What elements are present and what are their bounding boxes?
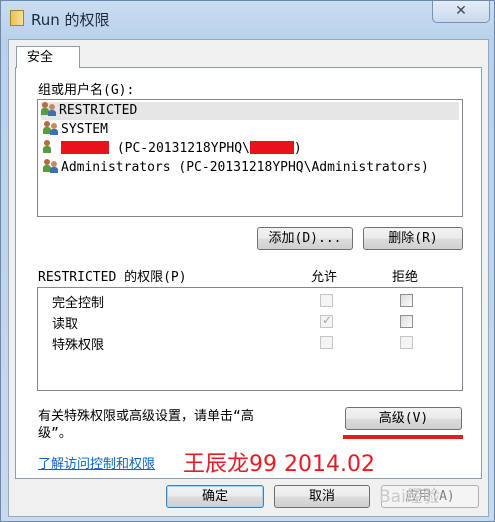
list-item-suffix: ) bbox=[293, 141, 302, 156]
permission-name: 读取 bbox=[52, 317, 79, 332]
close-button[interactable]: ✕ bbox=[432, 1, 490, 23]
cancel-button[interactable]: 取消 bbox=[274, 485, 370, 508]
baidu-watermark: Bai经验 bbox=[379, 487, 440, 507]
list-item-label: RESTRICTED bbox=[59, 103, 138, 118]
close-icon: ✕ bbox=[455, 3, 467, 19]
deny-special-checkbox[interactable] bbox=[400, 336, 413, 349]
list-item-label: SYSTEM bbox=[61, 122, 108, 137]
deny-read-checkbox[interactable] bbox=[400, 315, 413, 328]
allow-special-checkbox[interactable] bbox=[320, 336, 333, 349]
list-item[interactable]: Administrators (PC-20131218YPHQ\Administ… bbox=[43, 159, 429, 177]
list-item[interactable]: (PC-20131218YPHQ\) bbox=[43, 140, 302, 158]
permission-name: 完全控制 bbox=[52, 296, 105, 311]
add-button[interactable]: 添加(D)... bbox=[257, 227, 353, 250]
advanced-note-line2: 级”。 bbox=[38, 426, 72, 441]
remove-button[interactable]: 删除(R) bbox=[363, 227, 463, 250]
group-users-icon bbox=[43, 121, 59, 135]
window-title: Run 的权限 bbox=[31, 11, 110, 29]
permissions-header: RESTRICTED 的权限(P) bbox=[38, 270, 187, 285]
permissions-dialog: Run 的权限 ✕ 安全 组或用户名(G): RESTRICTED SYSTEM… bbox=[0, 0, 495, 522]
advanced-button[interactable]: 高级(V) bbox=[345, 407, 462, 430]
tab-security[interactable]: 安全 bbox=[16, 46, 80, 68]
permissions-list: 完全控制 读取 ✓ 特殊权限 bbox=[37, 287, 463, 391]
ok-button[interactable]: 确定 bbox=[166, 485, 264, 508]
checkmark-icon: ✓ bbox=[322, 313, 333, 327]
list-item-label: Administrators (PC-20131218YPHQ\Administ… bbox=[61, 160, 429, 175]
deny-full-control-checkbox[interactable] bbox=[400, 294, 413, 307]
allow-full-control-checkbox[interactable] bbox=[320, 294, 333, 307]
title-bar[interactable]: Run 的权限 ✕ bbox=[1, 1, 495, 37]
author-watermark: 王辰龙99 2014.02 bbox=[183, 452, 375, 477]
user-icon bbox=[43, 140, 59, 154]
deny-column-header: 拒绝 bbox=[392, 270, 419, 285]
list-item-label: (PC-20131218YPHQ\ bbox=[109, 141, 250, 156]
allow-column-header: 允许 bbox=[311, 270, 338, 285]
folder-icon bbox=[10, 10, 24, 26]
list-item[interactable]: RESTRICTED bbox=[41, 102, 459, 120]
redacted-mark bbox=[249, 141, 294, 154]
redacted-mark bbox=[61, 141, 109, 154]
annotation-underline bbox=[343, 435, 463, 439]
help-link[interactable]: 了解访问控制和权限 bbox=[38, 453, 155, 472]
list-item[interactable]: SYSTEM bbox=[43, 121, 108, 139]
group-users-icon bbox=[43, 159, 59, 173]
permission-name: 特殊权限 bbox=[52, 338, 105, 353]
allow-read-checkbox[interactable]: ✓ bbox=[320, 313, 333, 328]
group-users-icon bbox=[41, 102, 57, 116]
groups-listbox[interactable]: RESTRICTED SYSTEM (PC-20131218YPHQ\) Adm… bbox=[37, 99, 463, 217]
groups-label: 组或用户名(G): bbox=[38, 83, 135, 98]
